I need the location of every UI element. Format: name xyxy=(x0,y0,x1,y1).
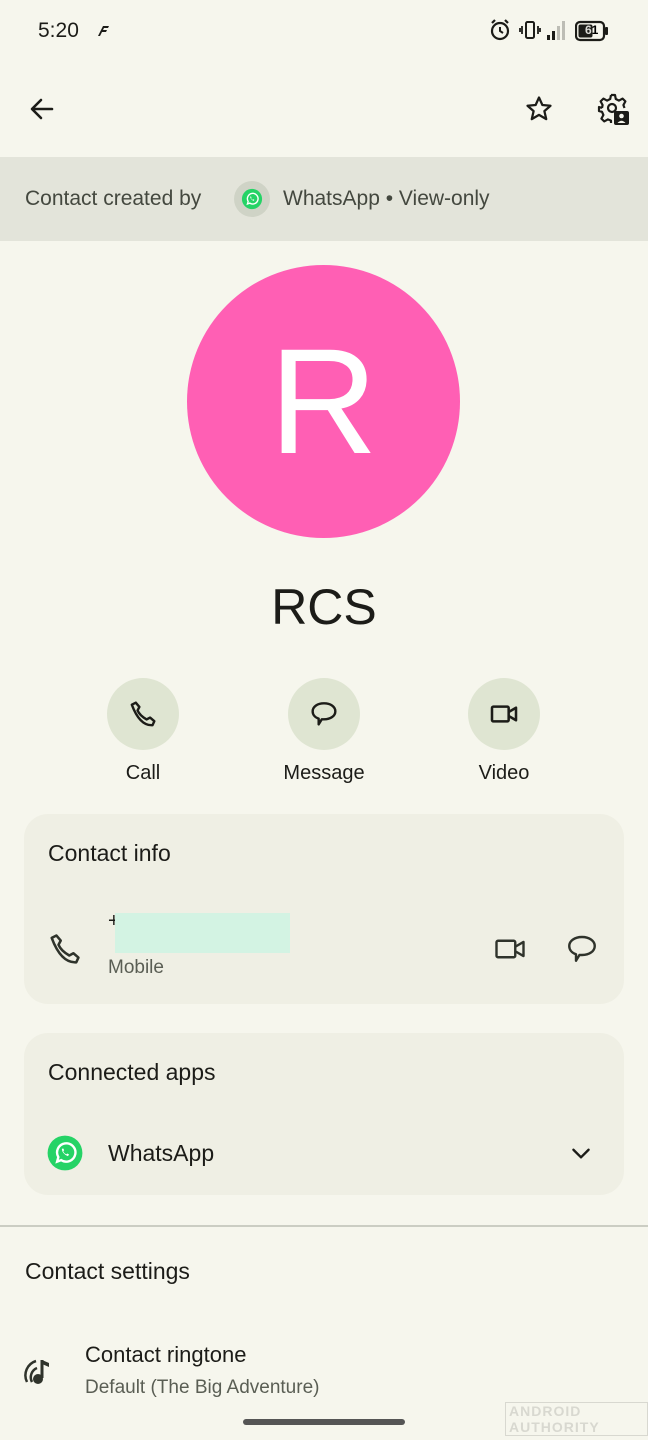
status-time: 5:20 xyxy=(38,19,79,42)
contact-settings-button[interactable] xyxy=(589,85,637,133)
watermark: ANDROID AUTHORITY xyxy=(505,1402,648,1436)
phone-icon xyxy=(130,701,156,727)
call-circle xyxy=(107,678,179,750)
message-circle xyxy=(288,678,360,750)
connected-apps-title: Connected apps xyxy=(48,1059,216,1085)
video-icon xyxy=(495,939,525,959)
whatsapp-icon xyxy=(47,1135,83,1171)
video-icon xyxy=(490,705,518,723)
contact-name: RCS xyxy=(271,579,377,635)
back-arrow-icon xyxy=(30,98,54,120)
signal-f-icon xyxy=(95,22,111,43)
whatsapp-app-row[interactable]: WhatsApp xyxy=(24,1120,624,1186)
banner-lead-text: Contact created by xyxy=(25,187,202,210)
message-icon xyxy=(311,702,337,726)
alarm-icon xyxy=(489,18,511,47)
whatsapp-icon xyxy=(241,188,263,210)
back-button[interactable] xyxy=(18,85,66,133)
message-action-button[interactable]: Message xyxy=(254,678,394,785)
message-number-button[interactable] xyxy=(558,925,606,973)
contact-settings-title: Contact settings xyxy=(25,1258,190,1284)
star-icon xyxy=(526,96,552,121)
whatsapp-app-name: WhatsApp xyxy=(108,1140,215,1166)
gear-person-icon xyxy=(597,93,629,125)
gesture-home-bar[interactable] xyxy=(243,1419,405,1425)
whatsapp-row-icon xyxy=(46,1134,84,1177)
call-action-button[interactable]: Call xyxy=(73,678,213,785)
app-bar xyxy=(0,80,648,140)
redacted-number xyxy=(115,913,290,953)
ringtone-icon xyxy=(24,1354,60,1393)
banner-app-text: WhatsApp • View-only xyxy=(283,187,490,210)
source-banner: Contact created by WhatsApp • View-only xyxy=(0,157,648,241)
vibrate-icon xyxy=(519,18,541,47)
video-circle xyxy=(468,678,540,750)
phone-icon xyxy=(50,934,80,964)
ringtone-value: Default (The Big Adventure) xyxy=(85,1377,320,1398)
section-divider xyxy=(0,1225,648,1227)
contact-avatar: R xyxy=(187,265,460,538)
favorite-button[interactable] xyxy=(515,85,563,133)
ringtone-title: Contact ringtone xyxy=(85,1342,247,1367)
battery-level: 61 xyxy=(585,23,599,37)
phone-type: Mobile xyxy=(108,957,164,978)
status-bar: 5:20 61 xyxy=(0,0,648,62)
call-label: Call xyxy=(125,762,161,784)
video-action-button[interactable]: Video xyxy=(434,678,574,785)
contact-info-title: Contact info xyxy=(48,840,171,866)
chevron-down-icon[interactable] xyxy=(566,1140,596,1171)
video-label: Video xyxy=(478,762,530,784)
message-label: Message xyxy=(283,762,365,784)
phone-row-icon xyxy=(46,930,84,973)
message-icon xyxy=(568,935,596,962)
video-call-number-button[interactable] xyxy=(486,925,534,973)
cell-signal-icon xyxy=(545,18,567,47)
whatsapp-badge xyxy=(234,181,270,217)
